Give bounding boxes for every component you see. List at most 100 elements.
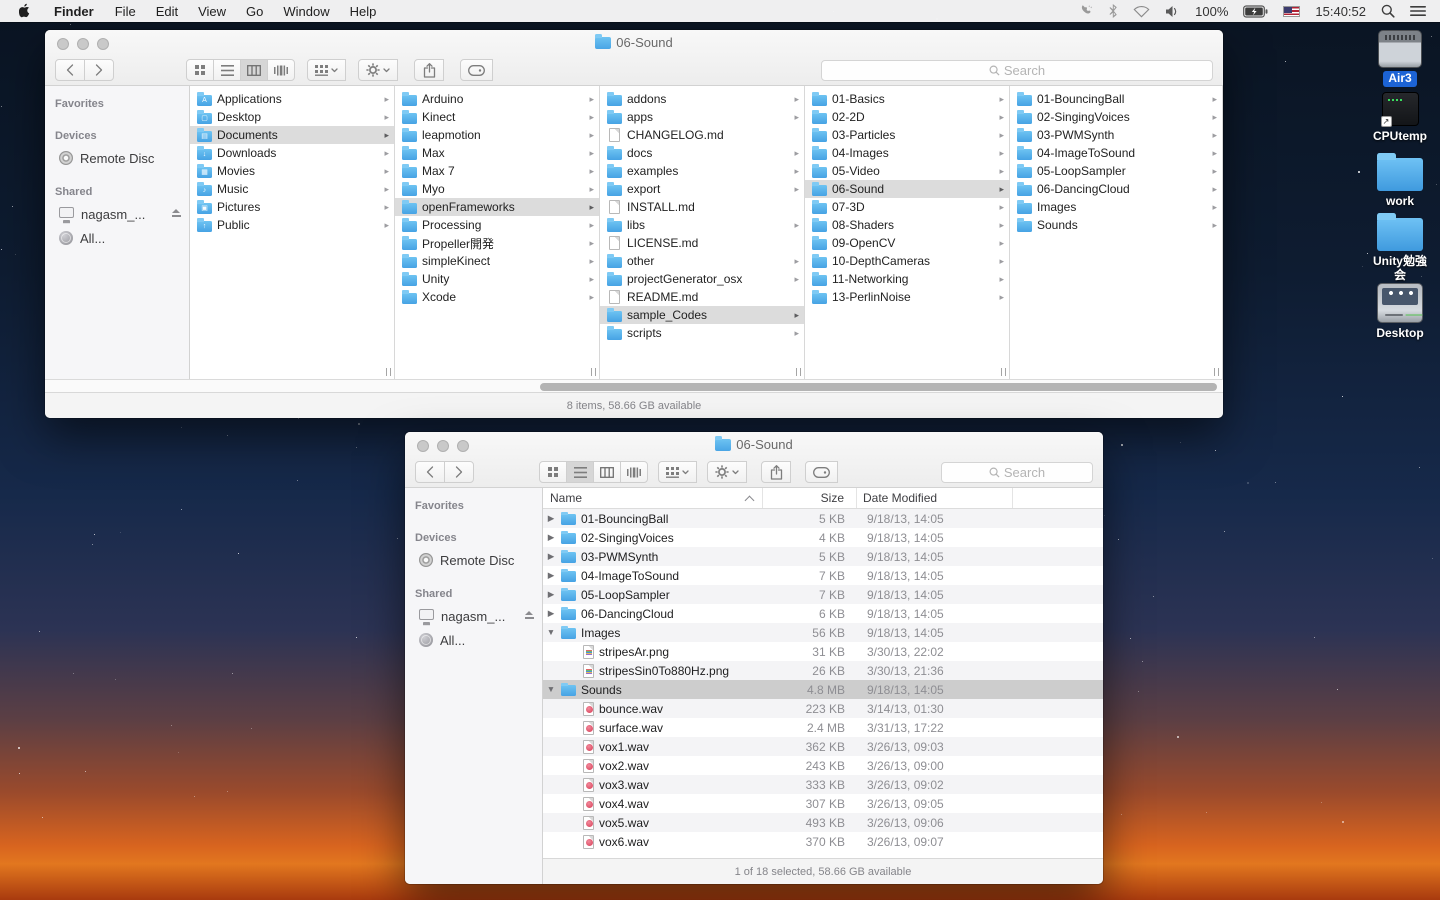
- minimize-button[interactable]: [437, 440, 449, 452]
- minimize-button[interactable]: [77, 38, 89, 50]
- column-item[interactable]: Arduino ▸: [395, 90, 599, 108]
- back-button[interactable]: [415, 461, 445, 483]
- desktop-icon[interactable]: ↗ work: [1362, 153, 1438, 210]
- desktop-icon[interactable]: ↗ Desktop: [1362, 283, 1438, 342]
- column-item[interactable]: Unity ▸: [395, 270, 599, 288]
- column-item[interactable]: 06-DancingCloud ▸: [1010, 180, 1222, 198]
- column-resize-handle[interactable]: [796, 368, 801, 376]
- list-view-button[interactable]: [566, 461, 594, 483]
- volume-icon[interactable]: [1165, 5, 1180, 18]
- column-item[interactable]: 01-Basics ▸: [805, 90, 1009, 108]
- table-row[interactable]: vox3.wav 333 KB 3/26/13, 09:02: [543, 775, 1103, 794]
- column-item[interactable]: 02-SingingVoices ▸: [1010, 108, 1222, 126]
- close-button[interactable]: [57, 38, 69, 50]
- menu-item[interactable]: Window: [273, 0, 339, 22]
- column-item[interactable]: other ▸: [600, 252, 804, 270]
- disclosure-triangle-icon[interactable]: [543, 533, 559, 542]
- menu-clock[interactable]: 15:40:52: [1315, 4, 1366, 19]
- table-row[interactable]: vox1.wav 362 KB 3/26/13, 09:03: [543, 737, 1103, 756]
- sidebar-item[interactable]: Remote Disc: [405, 548, 542, 572]
- list-view-button[interactable]: [213, 59, 241, 81]
- column-item[interactable]: libs ▸: [600, 216, 804, 234]
- menu-item[interactable]: Edit: [146, 0, 188, 22]
- disclosure-triangle-icon[interactable]: [543, 685, 559, 694]
- disclosure-triangle-icon[interactable]: [543, 590, 559, 599]
- sidebar-item[interactable]: All...: [405, 628, 542, 652]
- column-item[interactable]: Kinect ▸: [395, 108, 599, 126]
- column-item[interactable]: openFrameworks ▸: [395, 198, 599, 216]
- scrollbar-thumb[interactable]: [539, 382, 1218, 391]
- column-item[interactable]: 11-Networking ▸: [805, 270, 1009, 288]
- table-row[interactable]: vox4.wav 307 KB 3/26/13, 09:05: [543, 794, 1103, 813]
- sidebar-item[interactable]: Shared: [405, 584, 542, 604]
- desktop-icon[interactable]: ↗ Unity勉強会: [1362, 213, 1438, 284]
- table-row[interactable]: vox6.wav 370 KB 3/26/13, 09:07: [543, 832, 1103, 851]
- desktop-icon[interactable]: ↗ CPUtemp: [1362, 92, 1438, 145]
- column-view-button[interactable]: [593, 461, 621, 483]
- coverflow-view-button[interactable]: [620, 461, 648, 483]
- column-item[interactable]: 10-DepthCameras ▸: [805, 252, 1009, 270]
- column-item[interactable]: 04-ImageToSound ▸: [1010, 144, 1222, 162]
- column-item[interactable]: addons ▸: [600, 90, 804, 108]
- column-header-date[interactable]: Date Modified: [857, 488, 1013, 508]
- column-item[interactable]: ↓ Downloads ▸: [190, 144, 394, 162]
- column-item[interactable]: 08-Shaders ▸: [805, 216, 1009, 234]
- column-resize-handle[interactable]: [591, 368, 596, 376]
- tag-button[interactable]: [460, 59, 493, 81]
- sidebar-item[interactable]: nagasm_...: [45, 202, 189, 226]
- arrange-button[interactable]: [658, 461, 697, 483]
- column-item[interactable]: sample_Codes ▸: [600, 306, 804, 324]
- close-button[interactable]: [417, 440, 429, 452]
- share-button[interactable]: [761, 461, 791, 483]
- table-row[interactable]: 06-DancingCloud 6 KB 9/18/13, 14:05: [543, 604, 1103, 623]
- table-row[interactable]: vox2.wav 243 KB 3/26/13, 09:00: [543, 756, 1103, 775]
- folder-proxy-icon[interactable]: [595, 34, 612, 49]
- column-item[interactable]: LICENSE.md ▸: [600, 234, 804, 252]
- action-gear-button[interactable]: [358, 59, 398, 81]
- column-item[interactable]: 05-Video ▸: [805, 162, 1009, 180]
- spotlight-icon[interactable]: [1381, 4, 1395, 18]
- zoom-button[interactable]: [97, 38, 109, 50]
- column-item[interactable]: apps ▸: [600, 108, 804, 126]
- sidebar-item[interactable]: All...: [45, 226, 189, 250]
- column-item[interactable]: export ▸: [600, 180, 804, 198]
- column-item[interactable]: ▦ Movies ▸: [190, 162, 394, 180]
- menu-item[interactable]: File: [105, 0, 146, 22]
- coverflow-view-button[interactable]: [267, 59, 295, 81]
- table-row[interactable]: stripesSin0To880Hz.png 26 KB 3/30/13, 21…: [543, 661, 1103, 680]
- forward-button[interactable]: [444, 461, 474, 483]
- column-resize-handle[interactable]: [1214, 368, 1219, 376]
- menu-item[interactable]: Finder: [43, 0, 105, 22]
- column-item[interactable]: 09-OpenCV ▸: [805, 234, 1009, 252]
- sidebar-item[interactable]: Devices: [405, 528, 542, 548]
- column-item[interactable]: 06-Sound ▸: [805, 180, 1009, 198]
- column-item[interactable]: Sounds ▸: [1010, 216, 1222, 234]
- column-item[interactable]: README.md ▸: [600, 288, 804, 306]
- column-item[interactable]: ↑ Public ▸: [190, 216, 394, 234]
- sidebar-item[interactable]: Devices: [45, 126, 189, 146]
- column-resize-handle[interactable]: [1001, 368, 1006, 376]
- zoom-button[interactable]: [457, 440, 469, 452]
- search-input[interactable]: Search: [821, 59, 1213, 81]
- column-item[interactable]: INSTALL.md ▸: [600, 198, 804, 216]
- column-item[interactable]: 05-LoopSampler ▸: [1010, 162, 1222, 180]
- arrange-button[interactable]: [307, 59, 346, 81]
- column-item[interactable]: Propeller開発 ▸: [395, 234, 599, 252]
- column-item[interactable]: 02-2D ▸: [805, 108, 1009, 126]
- input-language-flag-icon[interactable]: [1283, 5, 1301, 17]
- table-row[interactable]: 02-SingingVoices 4 KB 9/18/13, 14:05: [543, 528, 1103, 547]
- column-item[interactable]: Processing ▸: [395, 216, 599, 234]
- apple-menu-icon[interactable]: [0, 0, 43, 22]
- column-item[interactable]: docs ▸: [600, 144, 804, 162]
- tag-button[interactable]: [805, 461, 838, 483]
- bluetooth-icon[interactable]: [1109, 4, 1118, 18]
- sidebar-item[interactable]: Shared: [45, 182, 189, 202]
- eject-icon[interactable]: [524, 611, 534, 621]
- wifi-icon[interactable]: [1133, 5, 1150, 18]
- column-item[interactable]: Max ▸: [395, 144, 599, 162]
- menu-item[interactable]: Go: [236, 0, 273, 22]
- table-row[interactable]: vox5.wav 493 KB 3/26/13, 09:06: [543, 813, 1103, 832]
- column-item[interactable]: 04-Images ▸: [805, 144, 1009, 162]
- column-item[interactable]: 03-PWMSynth ▸: [1010, 126, 1222, 144]
- column-item[interactable]: scripts ▸: [600, 324, 804, 342]
